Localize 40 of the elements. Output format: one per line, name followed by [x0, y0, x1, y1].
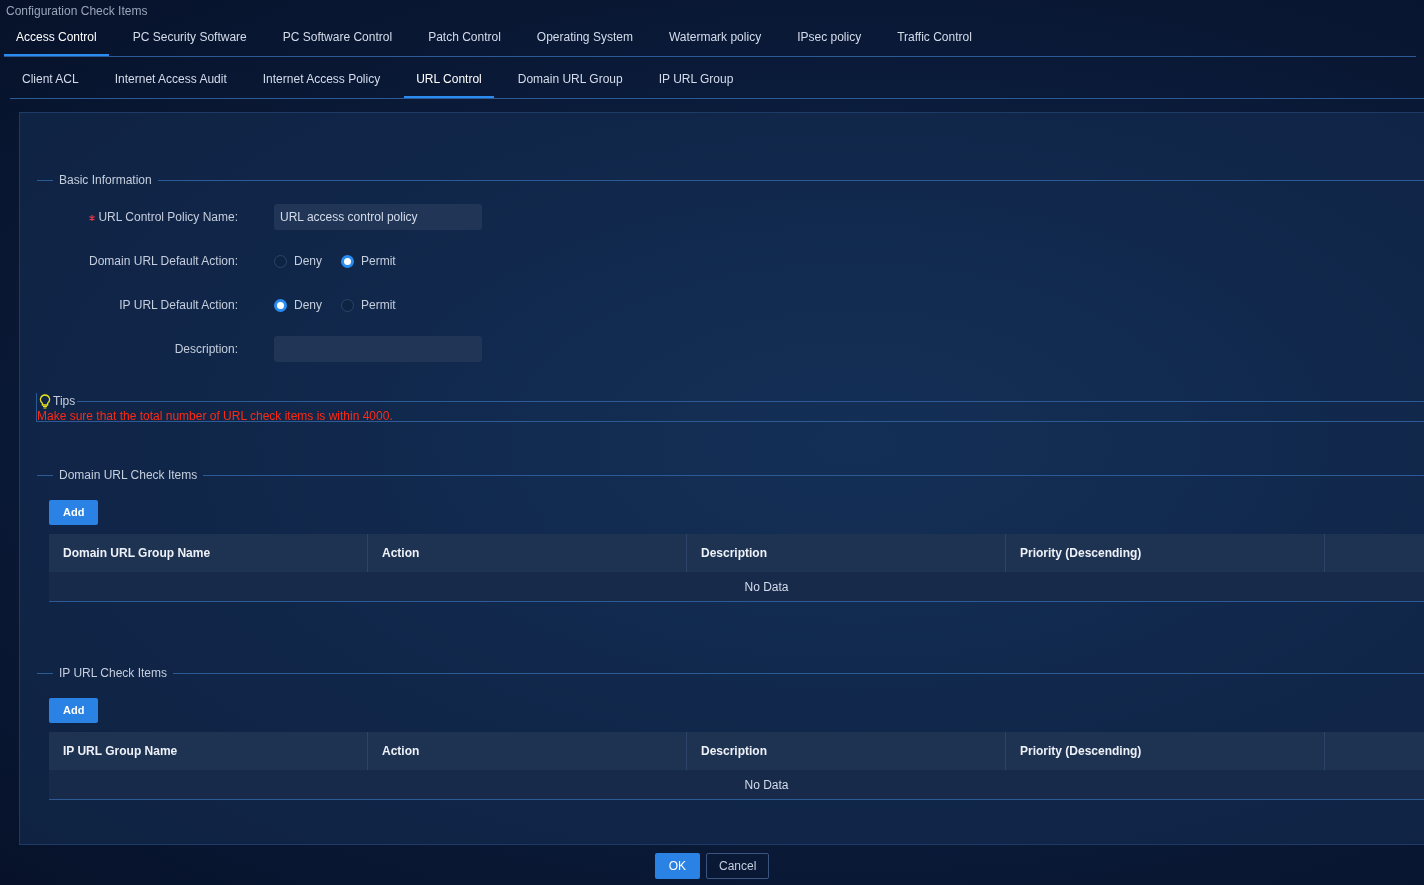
field-label: URL Control Policy Name: — [98, 210, 238, 224]
section-title: Basic Information — [59, 172, 152, 189]
field-label: Domain URL Default Action: — [89, 254, 238, 268]
sub-tab[interactable]: Client ACL — [10, 70, 91, 98]
tab[interactable]: Patch Control — [416, 28, 513, 56]
radio-button[interactable] — [274, 298, 287, 312]
tab[interactable]: IPsec policy — [785, 28, 874, 56]
input-field[interactable]: URL access control policy — [274, 204, 482, 230]
tip-message: Make sure that the total number of URL check items is within 4000. — [37, 409, 393, 423]
add-button[interactable]: Add — [49, 500, 99, 525]
radio-button[interactable] — [341, 254, 354, 268]
field-label: Description: — [174, 342, 238, 356]
tab[interactable]: Access Control — [4, 28, 109, 56]
empty-message: No Data — [744, 578, 789, 596]
sub-tab[interactable]: Internet Access Policy — [250, 70, 393, 98]
lightbulb-icon — [39, 393, 51, 409]
ok-button[interactable]: OK — [654, 853, 700, 879]
field-label: IP URL Default Action: — [119, 298, 238, 312]
sub-tab[interactable]: Domain URL Group — [505, 70, 635, 98]
sub-tab[interactable]: URL Control — [404, 70, 494, 98]
empty-message: No Data — [744, 776, 789, 794]
section-title: IP URL Check Items — [59, 665, 168, 682]
cancel-button[interactable]: Cancel — [706, 853, 770, 879]
radio-label: Deny — [294, 253, 322, 270]
sub-tab[interactable]: Internet Access Audit — [102, 70, 239, 98]
radio-label: Permit — [361, 253, 396, 270]
tab[interactable]: Traffic Control — [885, 28, 984, 56]
window-title: Configuration Check Items — [5, 3, 149, 20]
radio-label: Deny — [294, 297, 322, 314]
tab[interactable]: PC Security Software — [120, 28, 259, 56]
section-title: Domain URL Check Items — [59, 467, 198, 484]
radio-label: Permit — [361, 297, 396, 314]
tab[interactable]: PC Software Control — [270, 28, 405, 56]
add-button[interactable]: Add — [49, 698, 99, 723]
sub-tab[interactable]: IP URL Group — [646, 70, 746, 98]
tab[interactable]: Watermark policy — [656, 28, 774, 56]
radio-button[interactable] — [341, 298, 354, 312]
tab[interactable]: Operating System — [524, 28, 645, 56]
tips-title: Tips — [53, 393, 76, 410]
radio-button[interactable] — [274, 254, 287, 268]
